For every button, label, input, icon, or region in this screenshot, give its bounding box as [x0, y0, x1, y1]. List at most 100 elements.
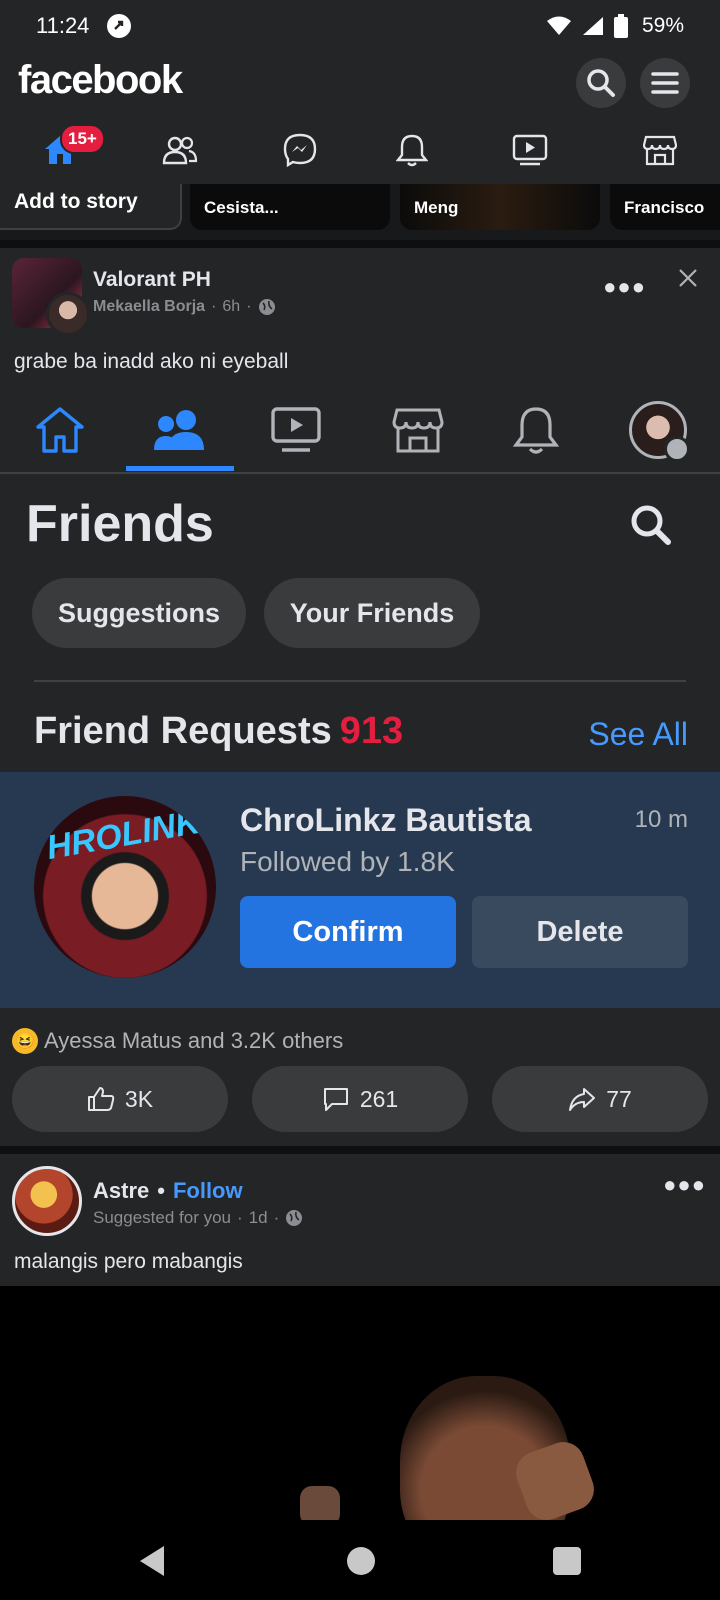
- active-tab-indicator: [126, 466, 234, 471]
- requester-name: ChroLinkz Bautista: [240, 802, 532, 838]
- close-icon: [679, 269, 697, 287]
- feed-post: Astre • Follow Suggested for you · 1d · …: [0, 1154, 720, 1286]
- main-nav: 15+: [0, 116, 720, 184]
- like-button[interactable]: 3K: [12, 1066, 228, 1132]
- home-notification-badge: 15+: [60, 124, 105, 154]
- comment-icon: [323, 1088, 348, 1111]
- follow-button[interactable]: Follow: [173, 1178, 243, 1204]
- meta-dot: •: [157, 1178, 165, 1203]
- facebook-logo[interactable]: facebook: [18, 58, 183, 103]
- share-count: 77: [606, 1085, 632, 1112]
- post-header: Astre • Follow: [93, 1178, 243, 1204]
- nav-friends[interactable]: [158, 128, 202, 172]
- hamburger-icon: [651, 72, 679, 94]
- post-author[interactable]: Mekaella Borja: [93, 298, 205, 316]
- meta-dot: ·: [236, 1208, 243, 1227]
- story-card[interactable]: Francisco: [610, 184, 720, 230]
- chip-your-friends: Your Friends: [264, 578, 480, 648]
- post-time[interactable]: 6h: [222, 298, 240, 316]
- video-icon: [266, 402, 326, 458]
- see-all-link: See All: [588, 716, 688, 752]
- post-meta: Suggested for you · 1d ·: [93, 1208, 303, 1228]
- story-label: Francisco: [624, 198, 705, 217]
- request-time: 10 m: [634, 806, 688, 833]
- requester-followers: Followed by 1.8K: [240, 846, 455, 877]
- tab-separator: [0, 472, 720, 474]
- chip-suggestions: Suggestions: [32, 578, 246, 648]
- feed-divider: [0, 1146, 720, 1154]
- post-image[interactable]: Friends Suggestions Your Friends Friend …: [0, 394, 720, 1020]
- status-time: 11:24: [36, 13, 90, 38]
- avatar-logo-text: HROLINK: [43, 802, 203, 868]
- author-avatar[interactable]: [12, 1166, 82, 1236]
- delete-button: Delete: [472, 896, 688, 968]
- friends-icon: [162, 136, 198, 165]
- like-count: 3K: [124, 1085, 154, 1112]
- nav-notifications[interactable]: [390, 128, 434, 172]
- wifi-icon: [546, 16, 571, 35]
- home-button[interactable]: [347, 1547, 375, 1575]
- post-author[interactable]: Astre: [93, 1178, 149, 1204]
- meta-dot: ·: [246, 298, 252, 315]
- section-divider: [34, 680, 686, 682]
- video-icon: [512, 134, 548, 166]
- marketplace-icon: [388, 402, 448, 458]
- messenger-icon: [283, 133, 317, 167]
- search-icon: [587, 69, 615, 97]
- search-button[interactable]: [576, 58, 626, 108]
- reactions-summary[interactable]: 😆 Ayessa Matus and 3.2K others: [12, 1028, 343, 1054]
- signal-icon: [582, 17, 603, 35]
- meta-dot: ·: [273, 1208, 280, 1227]
- marketplace-icon: [643, 135, 677, 166]
- story-add[interactable]: Add to story: [0, 184, 182, 230]
- story-label: Cesista...: [204, 198, 279, 217]
- thumbs-up-icon: [87, 1087, 115, 1111]
- menu-button[interactable]: [640, 58, 690, 108]
- nav-messenger[interactable]: [278, 128, 322, 172]
- haha-emoji-icon: 😆: [12, 1028, 38, 1054]
- post-time[interactable]: 1d: [249, 1208, 268, 1228]
- feed-divider: [0, 240, 720, 248]
- post-meta: Mekaella Borja · 6h ·: [93, 298, 276, 316]
- battery-icon: [613, 14, 628, 38]
- share-button[interactable]: 77: [492, 1066, 708, 1132]
- nav-watch[interactable]: [508, 128, 552, 172]
- system-nav-bar: [0, 1520, 720, 1600]
- story-card[interactable]: Cesista...: [190, 184, 390, 230]
- confirm-button: Confirm: [240, 896, 456, 968]
- comment-count: 261: [359, 1085, 399, 1112]
- story-card[interactable]: Meng: [400, 184, 600, 230]
- profile-avatar-icon: [628, 401, 690, 462]
- home-icon: [30, 402, 90, 458]
- friends-icon: [150, 402, 210, 458]
- search-icon: [630, 504, 672, 551]
- post-options-button[interactable]: ●●●: [603, 274, 646, 300]
- requester-avatar: HROLINK: [34, 796, 216, 978]
- stories-strip: Add to story Cesista... Meng Francisco: [0, 184, 720, 240]
- back-icon[interactable]: [138, 1544, 166, 1578]
- meta-dot: ·: [211, 298, 217, 315]
- globe-icon: [286, 1210, 303, 1226]
- nav-marketplace[interactable]: [638, 128, 682, 172]
- friend-requests-title: Friend Requests 913: [34, 710, 403, 753]
- feed-post: Valorant PH Mekaella Borja · 6h · ●●● gr…: [0, 248, 720, 1146]
- friend-request-card: HROLINK ChroLinkz Bautista 10 m Followed…: [0, 772, 720, 1008]
- battery-percent: 59%: [641, 14, 684, 37]
- share-icon: [569, 1088, 596, 1111]
- post-hide-button[interactable]: [678, 264, 698, 295]
- story-label: Add to story: [14, 190, 138, 213]
- video-hand: [300, 1486, 340, 1520]
- post-text: malangis pero mabangis: [14, 1250, 243, 1273]
- friends-heading: Friends: [26, 495, 214, 553]
- friend-requests-label: Friend Requests: [34, 710, 332, 752]
- suggested-label: Suggested for you: [93, 1208, 231, 1227]
- status-bar: 11:24 59%: [0, 0, 720, 52]
- author-avatar[interactable]: [46, 292, 90, 336]
- post-video[interactable]: [0, 1286, 720, 1520]
- comment-button[interactable]: 261: [252, 1066, 468, 1132]
- post-options-button[interactable]: ●●●: [663, 1172, 706, 1198]
- post-group-name[interactable]: Valorant PH: [93, 268, 211, 292]
- recents-button[interactable]: [553, 1547, 581, 1575]
- friend-requests-count: 913: [339, 710, 404, 752]
- bell-icon: [506, 402, 566, 458]
